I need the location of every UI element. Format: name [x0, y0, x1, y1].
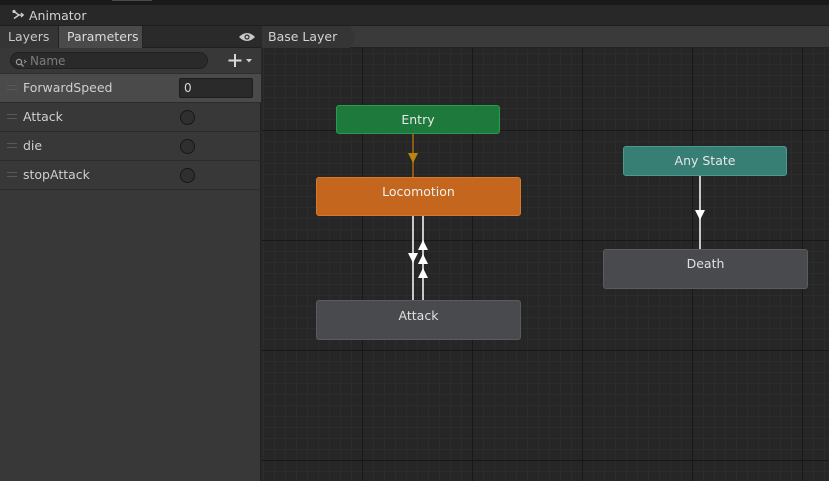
state-death[interactable]: Death	[603, 249, 808, 289]
transition-locomotion-attack[interactable]	[408, 216, 418, 300]
tab-indicator	[112, 0, 152, 1]
trigger-toggle[interactable]	[180, 110, 195, 125]
parameter-search-box[interactable]	[10, 52, 208, 69]
drag-handle-icon[interactable]	[7, 143, 17, 148]
graph-toolbar: Base Layer	[262, 26, 829, 48]
parameter-name: Attack	[23, 109, 63, 124]
parameter-row[interactable]: die	[0, 132, 261, 161]
parameter-name: stopAttack	[23, 167, 90, 182]
parameter-name: die	[23, 138, 43, 153]
trigger-toggle[interactable]	[180, 139, 195, 154]
state-any-state[interactable]: Any State	[623, 146, 787, 176]
drag-handle-icon[interactable]	[7, 85, 17, 90]
transition-attack-locomotion[interactable]	[418, 216, 428, 300]
parameter-row[interactable]: Attack	[0, 103, 261, 132]
float-value-field[interactable]	[179, 78, 253, 98]
trigger-toggle[interactable]	[180, 168, 195, 183]
parameter-list: ForwardSpeed Attack die stopAttack	[0, 74, 261, 190]
breadcrumb-base-layer[interactable]: Base Layer	[262, 26, 350, 48]
eye-icon[interactable]	[238, 31, 256, 43]
panel-tabs: Layers Parameters	[0, 26, 261, 48]
tab-layers[interactable]: Layers	[0, 26, 59, 48]
animator-title-bar[interactable]: Animator	[0, 5, 829, 26]
breadcrumb-arrow	[350, 26, 356, 48]
left-panel: Layers Parameters Name ForwardSpeed 0 At…	[0, 26, 261, 481]
drag-handle-icon[interactable]	[7, 172, 17, 177]
parameter-row[interactable]: ForwardSpeed	[0, 74, 261, 103]
animator-icon	[11, 8, 25, 22]
drag-handle-icon[interactable]	[7, 114, 17, 119]
parameter-search-row	[0, 48, 261, 74]
transition-entry-locomotion[interactable]	[408, 134, 418, 177]
tab-parameters[interactable]: Parameters	[59, 26, 143, 48]
state-machine-graph[interactable]: Entry Locomotion Attack Any State Death	[262, 48, 829, 481]
window-title: Animator	[29, 7, 87, 23]
transition-anystate-death[interactable]	[695, 176, 705, 249]
parameter-row[interactable]: stopAttack	[0, 161, 261, 190]
add-parameter-button[interactable]	[226, 51, 258, 70]
search-icon	[15, 56, 27, 67]
search-input[interactable]	[30, 53, 200, 68]
state-attack[interactable]: Attack	[316, 300, 521, 340]
state-entry[interactable]: Entry	[336, 105, 500, 134]
state-locomotion[interactable]: Locomotion	[316, 177, 521, 216]
parameter-name: ForwardSpeed	[23, 80, 113, 95]
